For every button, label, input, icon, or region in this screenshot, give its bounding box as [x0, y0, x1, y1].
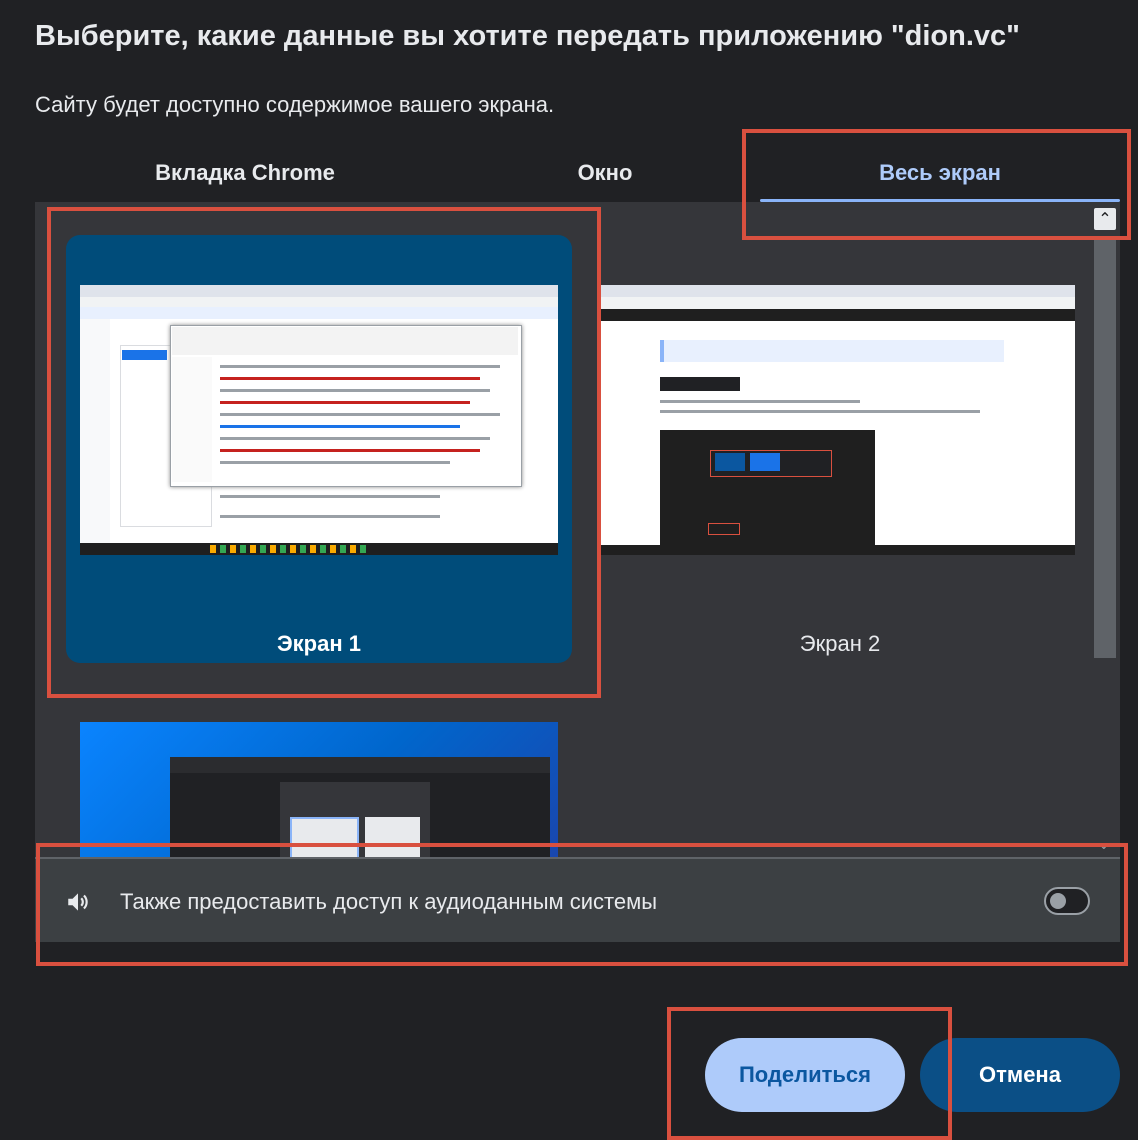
screens-scrollbar[interactable]: ⌃ ⌄ [1090, 202, 1120, 857]
screens-grid: Экран 1 Экран 2 [35, 202, 1090, 857]
tab-window[interactable]: Окно [425, 140, 785, 200]
screen-card-3[interactable] [66, 707, 572, 857]
system-audio-toggle[interactable] [1044, 887, 1090, 915]
scroll-up-icon[interactable]: ⌃ [1094, 208, 1116, 230]
cancel-button[interactable]: Отмена [920, 1038, 1120, 1112]
speaker-icon [68, 893, 88, 911]
screen-2-label: Экран 2 [799, 631, 881, 656]
tab-chrome-tab[interactable]: Вкладка Chrome [65, 140, 425, 200]
source-tabs: Вкладка Chrome Окно Весь экран [35, 140, 1120, 202]
screen-1-label: Экран 1 [277, 631, 361, 656]
screens-panel: Экран 1 Экран 2 ⌃ ⌄ Также предоставить д… [35, 202, 1120, 942]
screen-card-1[interactable]: Экран 1 [66, 235, 572, 663]
system-audio-label: Также предоставить доступ к аудиоданным … [120, 889, 658, 914]
system-audio-row[interactable]: Также предоставить доступ к аудиоданным … [35, 857, 1120, 942]
scroll-down-icon[interactable]: ⌄ [1098, 836, 1110, 853]
tab-entire-screen-label: Весь экран [879, 160, 1001, 185]
toggle-knob [1050, 893, 1066, 909]
tab-entire-screen[interactable]: Весь экран [760, 140, 1120, 202]
screen-2-thumbnail [600, 285, 1075, 555]
screen-3-thumbnail [80, 722, 558, 857]
scroll-thumb[interactable] [1094, 238, 1116, 658]
dialog-title: Выберите, какие данные вы хотите передат… [35, 20, 1020, 52]
share-button[interactable]: Поделиться [705, 1038, 905, 1112]
screen-1-thumbnail [80, 285, 558, 555]
screen-card-2[interactable]: Экран 2 [600, 235, 1080, 663]
dialog-subtitle: Сайту будет доступно содержимое вашего э… [35, 92, 555, 117]
